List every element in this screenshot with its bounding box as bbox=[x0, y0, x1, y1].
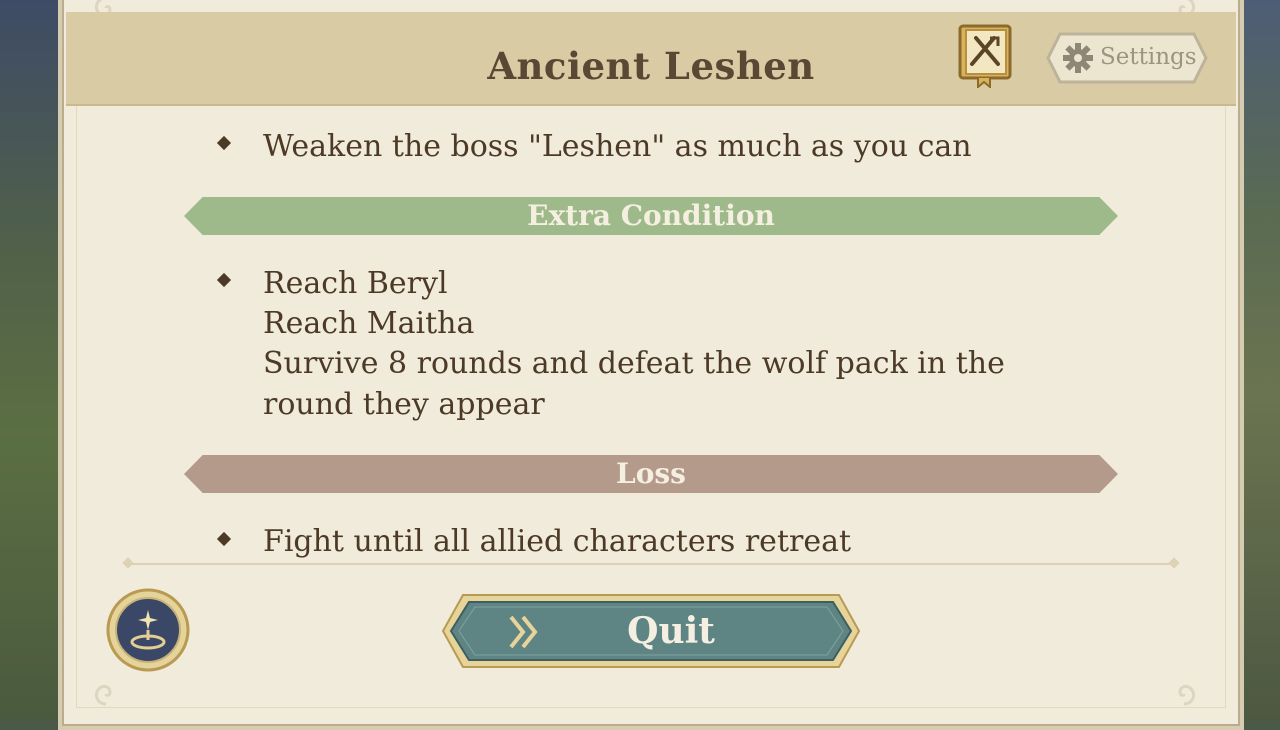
extra-condition-line: round they appear bbox=[263, 387, 545, 422]
victory-objective-text: Weaken the boss "Leshen" as much as you … bbox=[263, 129, 972, 164]
skill-button[interactable] bbox=[106, 588, 190, 672]
quest-book-button[interactable] bbox=[958, 24, 1012, 90]
gear-icon bbox=[1063, 43, 1093, 73]
loss-banner: Loss bbox=[184, 455, 1118, 493]
quit-button[interactable]: Quit bbox=[441, 593, 861, 669]
summon-skill-icon bbox=[106, 588, 190, 672]
corner-ornament-icon bbox=[1178, 684, 1196, 706]
quest-book-icon bbox=[958, 24, 1012, 90]
settings-button[interactable]: Settings bbox=[1046, 32, 1208, 84]
extra-condition-line: Reach Beryl bbox=[263, 266, 448, 301]
loss-condition-text: Fight until all allied characters retrea… bbox=[263, 524, 852, 559]
settings-label: Settings bbox=[1100, 44, 1197, 70]
extra-condition-line: Survive 8 rounds and defeat the wolf pac… bbox=[263, 346, 1005, 381]
extra-condition-line: Reach Maitha bbox=[263, 306, 475, 341]
footer-divider bbox=[126, 563, 1176, 565]
quit-button-label: Quit bbox=[627, 610, 715, 652]
extra-condition-banner: Extra Condition bbox=[184, 197, 1118, 235]
corner-ornament-icon bbox=[94, 684, 112, 706]
